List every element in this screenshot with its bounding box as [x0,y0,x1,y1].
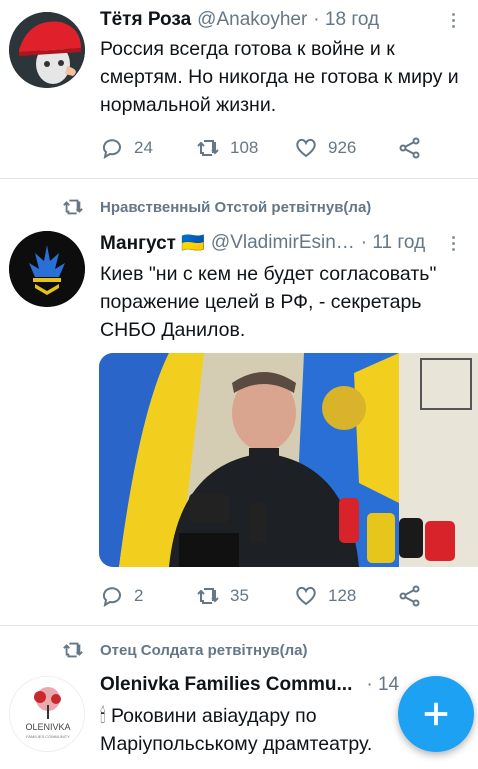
share-icon [399,137,420,159]
tweet-time: · 14 [366,674,400,695]
heart-icon [296,138,316,158]
share-button[interactable] [398,136,422,160]
reply-count: 24 [134,138,153,157]
retweet-count: 35 [230,586,249,605]
retweet-icon [63,642,83,658]
share-icon [399,585,420,607]
heart-icon [296,586,316,606]
like-button[interactable]: 926 [294,136,398,160]
share-button[interactable] [398,584,422,608]
retweeted-by[interactable]: Отец Солдата ретвітнув(ла) [62,638,308,662]
author-name[interactable]: Мангуст 🇺🇦 [100,231,205,255]
reply-count: 2 [134,586,144,605]
tweet-image[interactable] [99,353,478,567]
tweet-text: 🕯 Роковини авіаудару по Маріупольському … [100,705,373,755]
avatar[interactable]: OLENIVKA FAMILIES COMMUNITY [9,676,85,752]
avatar[interactable] [9,12,85,88]
author-handle: @Anakoyher [197,9,308,30]
reply-button[interactable]: 24 [100,136,196,160]
retweeted-by[interactable]: Нравственный Отстой ретвітнув(ла) [62,195,371,219]
tweet-text: Киев "ни с кем не будет согласовать" пор… [100,263,437,341]
more-options-icon[interactable] [446,230,460,256]
author-name[interactable]: Olenivka Families Commu... [100,674,352,696]
avatar-label: OLENIVKA [25,722,70,732]
compose-tweet-button[interactable] [398,676,474,752]
plus-icon [424,702,448,726]
like-count: 926 [328,138,357,157]
retweet-icon [197,588,219,604]
retweet-icon [197,140,219,156]
retweeted-by-label: Отец Солдата ретвітнув(ла) [100,641,308,659]
retweeted-by-label: Нравственный Отстой ретвітнув(ла) [100,198,372,216]
author-name[interactable]: Тётя Роза [100,9,191,31]
tweet-time: · 11 год [360,232,426,253]
retweet-icon [63,199,83,215]
author-handle: @VladimirEsin… [210,232,355,253]
reply-icon [102,139,121,160]
tweet-text: Россия всегда готова к войне и к смертям… [100,38,459,116]
reply-button[interactable]: 2 [100,584,196,608]
avatar-sublabel: FAMILIES COMMUNITY [26,734,70,739]
reply-icon [102,587,121,608]
avatar[interactable] [9,231,85,307]
retweet-button[interactable]: 35 [196,584,294,608]
retweet-button[interactable]: 108 [196,136,294,160]
more-options-icon[interactable] [446,7,460,33]
tweet-time: · 18 год [313,9,380,30]
retweet-count: 108 [230,138,259,157]
tweet-1[interactable]: Тётя Роза @Anakoyher · 18 год Россия все… [0,0,478,178]
like-count: 128 [328,586,357,605]
like-button[interactable]: 128 [294,584,398,608]
